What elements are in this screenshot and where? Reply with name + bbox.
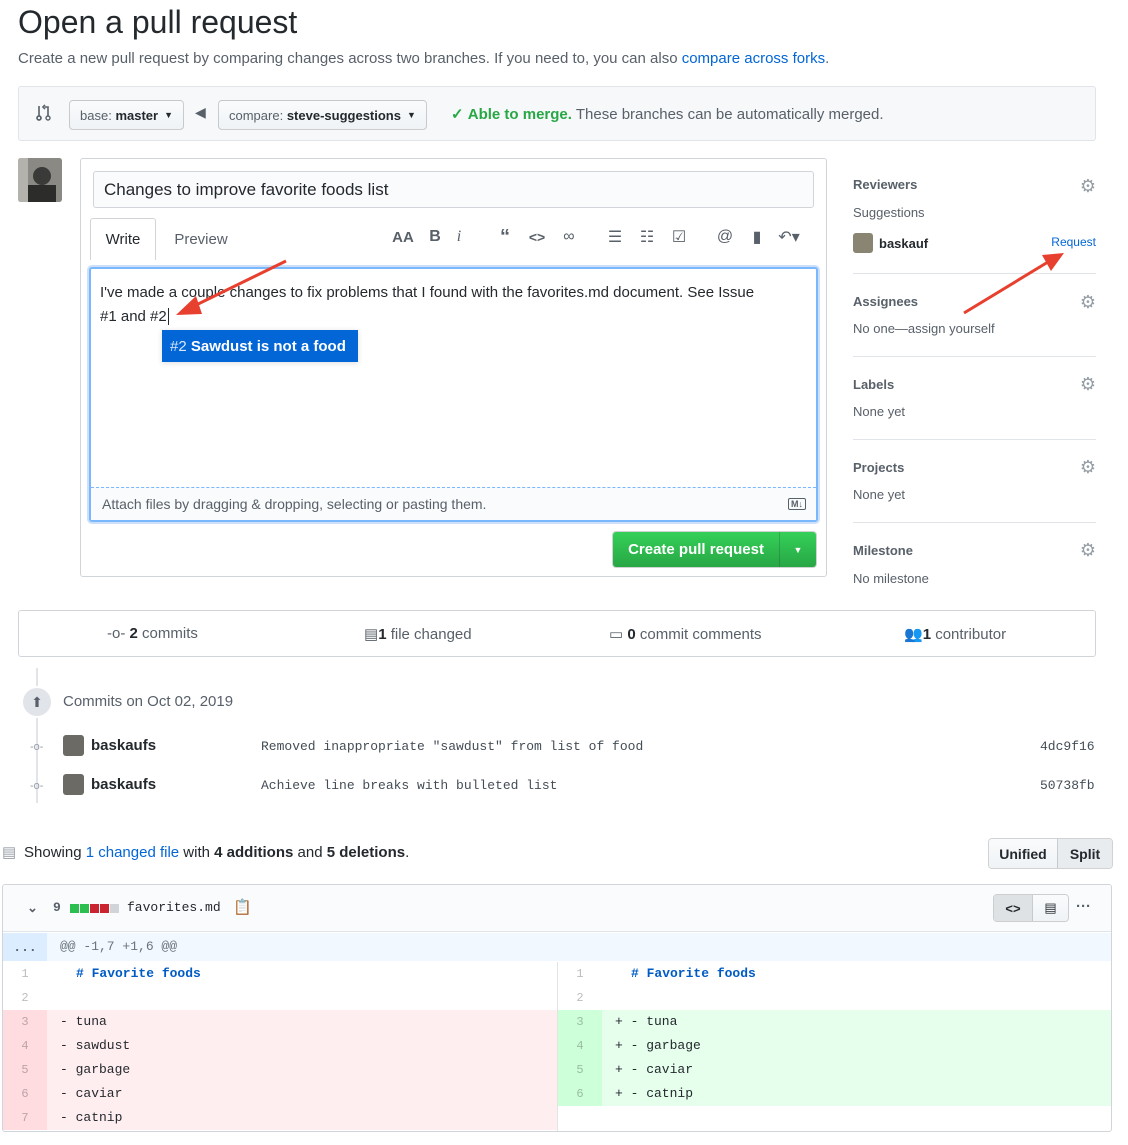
line-number[interactable]: 1 [558, 962, 602, 986]
files-stat[interactable]: ▤1 file changed [364, 625, 472, 643]
contributors-label: contributor [935, 626, 1007, 643]
code-line: - catnip [60, 1110, 123, 1125]
diff-lines: 1 # Favorite foods 2 3- tuna 4- sawdust 5- ga… [3, 962, 1111, 1131]
filename[interactable]: favorites.md [127, 900, 221, 915]
code-line: - sawdust [60, 1038, 131, 1053]
changed-file-link[interactable]: 1 changed file [86, 844, 179, 861]
file-icon: ▤ [1044, 900, 1057, 915]
left-diff-line: 1 # Favorite foods [3, 962, 557, 986]
clipboard-icon[interactable]: 📋 [233, 898, 252, 916]
commits-date-badge: ⬆ [21, 686, 53, 718]
code-line: - tuna [60, 1014, 107, 1029]
hunk-header: @@ -1,7 +1,6 @@ [60, 939, 178, 954]
hunk-header-row: ... @@ -1,7 +1,6 @@ [3, 933, 1111, 961]
diffstat-bar [70, 904, 119, 913]
files-count: 1 [378, 626, 387, 643]
commits-label: commits [142, 625, 198, 642]
commit-message[interactable]: Removed inappropriate "sawdust" from lis… [261, 739, 643, 754]
rich-diff-button[interactable]: ▤ [1032, 895, 1068, 921]
files-label: file changed [390, 626, 472, 643]
commit-author[interactable]: baskaufs [91, 737, 156, 754]
commit-sha[interactable]: 50738fb [1040, 778, 1095, 793]
change-count: 9 [53, 900, 61, 915]
line-number[interactable]: 5 [558, 1058, 602, 1082]
diff-summary: Showing 1 changed file with 4 additions … [24, 844, 410, 861]
left-diff-line: 7 - catnip [3, 1106, 557, 1130]
stats-bar: -o- 2 commits ▤1 file changed ▭ 0 commit… [18, 610, 1096, 657]
source-diff-button[interactable]: <> [994, 895, 1032, 921]
code-line: - garbage [60, 1062, 131, 1077]
code-icon: <> [1005, 900, 1021, 916]
code-line: - caviar [60, 1086, 123, 1101]
line-number[interactable]: 4 [558, 1034, 602, 1058]
people-icon: 👥 [904, 626, 923, 643]
line-number[interactable]: 3 [3, 1010, 47, 1034]
left-diff-line: 4 - sawdust [3, 1034, 557, 1058]
line-number[interactable]: 1 [3, 962, 47, 986]
left-diff-line: 6 - caviar [3, 1082, 557, 1106]
commits-date-heading: Commits on Oct 02, 2019 [63, 693, 234, 710]
left-diff-line: 2 [3, 986, 557, 1010]
right-diff-line: 5 + - caviar [558, 1058, 1111, 1082]
expand-icon: ... [13, 939, 37, 955]
contributors-stat[interactable]: 👥1 contributor [904, 625, 1006, 643]
file-diff: ⌄ 9 favorites.md 📋 <> ▤ ··· ... @@ -1,7 … [2, 884, 1112, 1132]
commit-author[interactable]: baskaufs [91, 776, 156, 793]
view-toggle-group: <> ▤ [993, 894, 1069, 922]
expand-button[interactable]: ... [3, 933, 47, 961]
file-diff-icon: ▤ [364, 626, 379, 643]
comment-icon: ▭ [609, 626, 624, 643]
line-number[interactable]: 7 [3, 1106, 47, 1130]
comments-label: commit comments [639, 626, 762, 643]
comments-count: 0 [627, 626, 636, 643]
code-line: + - tuna [615, 1014, 678, 1029]
line-number[interactable]: 6 [3, 1082, 47, 1106]
comments-stat[interactable]: ▭ 0 commit comments [609, 625, 762, 643]
commit-node-icon: -o- [30, 741, 44, 753]
repo-push-icon: ⬆ [31, 693, 43, 710]
left-diff-line: 3 - tuna [3, 1010, 557, 1034]
left-diff-line: 5 - garbage [3, 1058, 557, 1082]
commit-author-avatar [63, 774, 84, 795]
code-line: + - garbage [615, 1038, 701, 1053]
right-diff-line: 2 [558, 986, 1111, 1010]
split-button[interactable]: Split [1058, 839, 1112, 868]
right-diff-line: 3 + - tuna [558, 1010, 1111, 1034]
contributors-count: 1 [922, 626, 932, 643]
commit-author-avatar [63, 735, 84, 756]
line-number[interactable]: 4 [3, 1034, 47, 1058]
line-number[interactable]: 3 [558, 1010, 602, 1034]
diff-view-toggle: Unified Split [988, 838, 1113, 869]
commit-sha[interactable]: 4dc9f16 [1040, 739, 1095, 754]
collapse-chevron-icon[interactable]: ⌄ [27, 900, 38, 916]
line-number[interactable]: 5 [3, 1058, 47, 1082]
commits-stat[interactable]: -o- 2 commits [107, 625, 198, 642]
line-number[interactable]: 2 [3, 986, 47, 1010]
right-diff-line: 6 + - catnip [558, 1082, 1111, 1106]
code-line: # Favorite foods [631, 966, 756, 981]
more-options-icon[interactable]: ··· [1076, 898, 1091, 915]
commit-icon: -o- [107, 625, 126, 642]
file-diff-icon: ▤ [2, 844, 17, 861]
line-number[interactable]: 2 [558, 986, 602, 1010]
code-line: + - caviar [615, 1062, 694, 1077]
commit-message[interactable]: Achieve line breaks with bulleted list [261, 778, 557, 793]
right-diff-line: 1 # Favorite foods [558, 962, 1111, 986]
commits-count: 2 [129, 625, 138, 642]
right-diff-line: 4 + - garbage [558, 1034, 1111, 1058]
code-line: # Favorite foods [76, 966, 201, 981]
unified-button[interactable]: Unified [989, 839, 1058, 868]
commit-node-icon: -o- [30, 780, 44, 792]
code-line: + - catnip [615, 1086, 694, 1101]
file-header: ⌄ 9 favorites.md 📋 <> ▤ ··· [3, 885, 1111, 932]
line-number[interactable]: 6 [558, 1082, 602, 1106]
